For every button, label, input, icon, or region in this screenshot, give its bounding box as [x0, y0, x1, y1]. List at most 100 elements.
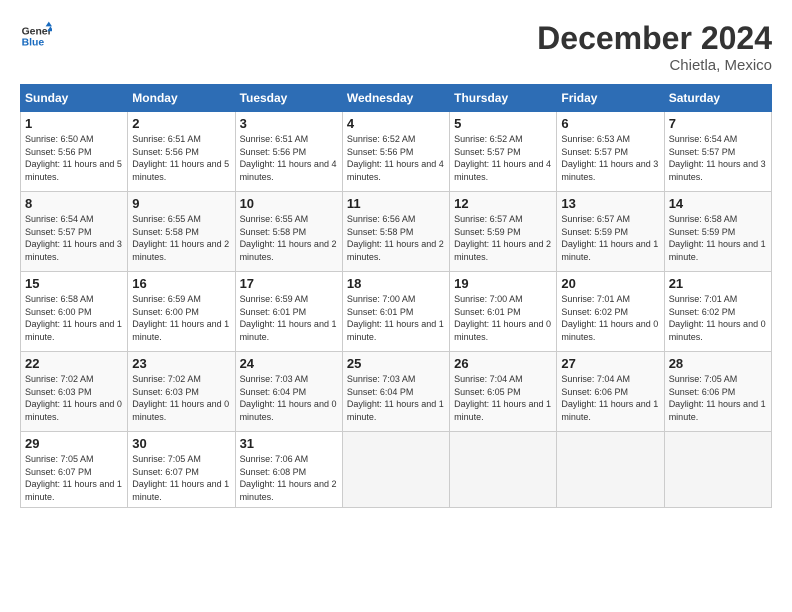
table-row: 8 Sunrise: 6:54 AM Sunset: 5:57 PM Daylig… [21, 192, 128, 272]
calendar-week-1: 1Sunrise: 6:50 AM Sunset: 5:56 PM Daylig… [21, 112, 772, 192]
day-info: Sunrise: 6:58 AM Sunset: 5:59 PM Dayligh… [669, 213, 767, 263]
day-info: Sunrise: 6:51 AM Sunset: 5:56 PM Dayligh… [240, 133, 338, 183]
day-number: 5 [454, 116, 552, 131]
table-row: 13 Sunrise: 6:57 AM Sunset: 5:59 PM Dayli… [557, 192, 664, 272]
day-number: 16 [132, 276, 230, 291]
table-row [450, 432, 557, 508]
day-number: 6 [561, 116, 659, 131]
table-row: 20 Sunrise: 7:01 AM Sunset: 6:02 PM Dayli… [557, 272, 664, 352]
day-info: Sunrise: 7:05 AM Sunset: 6:06 PM Dayligh… [669, 373, 767, 423]
day-info: Sunrise: 6:52 AM Sunset: 5:56 PM Dayligh… [347, 133, 445, 183]
day-number: 19 [454, 276, 552, 291]
day-info: Sunrise: 7:00 AM Sunset: 6:01 PM Dayligh… [347, 293, 445, 343]
day-info: Sunrise: 6:58 AM Sunset: 6:00 PM Dayligh… [25, 293, 123, 343]
day-number: 24 [240, 356, 338, 371]
day-number: 30 [132, 436, 230, 451]
table-row: 11Sunrise: 6:56 AM Sunset: 5:58 PM Dayli… [342, 192, 449, 272]
table-row: 16 Sunrise: 6:59 AM Sunset: 6:00 PM Dayli… [128, 272, 235, 352]
calendar-subtitle: Chietla, Mexico [537, 57, 772, 74]
day-number: 17 [240, 276, 338, 291]
day-number: 4 [347, 116, 445, 131]
day-number: 28 [669, 356, 767, 371]
logo: General Blue [20, 20, 52, 52]
calendar-week-4: 22 Sunrise: 7:02 AM Sunset: 6:03 PM Dayli… [21, 352, 772, 432]
table-row: 23 Sunrise: 7:02 AM Sunset: 6:03 PM Dayli… [128, 352, 235, 432]
col-tuesday: Tuesday [235, 85, 342, 112]
table-row: 7Sunrise: 6:54 AM Sunset: 5:57 PM Daylig… [664, 112, 771, 192]
day-info: Sunrise: 6:54 AM Sunset: 5:57 PM Dayligh… [25, 213, 123, 263]
table-row: 21 Sunrise: 7:01 AM Sunset: 6:02 PM Dayli… [664, 272, 771, 352]
col-saturday: Saturday [664, 85, 771, 112]
page-header: General Blue December 2024 Chietla, Mexi… [20, 20, 772, 74]
table-row: 6Sunrise: 6:53 AM Sunset: 5:57 PM Daylig… [557, 112, 664, 192]
day-number: 13 [561, 196, 659, 211]
day-number: 12 [454, 196, 552, 211]
day-number: 1 [25, 116, 123, 131]
day-number: 7 [669, 116, 767, 131]
day-info: Sunrise: 7:00 AM Sunset: 6:01 PM Dayligh… [454, 293, 552, 343]
day-info: Sunrise: 7:01 AM Sunset: 6:02 PM Dayligh… [669, 293, 767, 343]
title-section: December 2024 Chietla, Mexico [537, 20, 772, 74]
day-number: 11 [347, 196, 445, 211]
table-row: 3 Sunrise: 6:51 AM Sunset: 5:56 PM Daylig… [235, 112, 342, 192]
header-row: Sunday Monday Tuesday Wednesday Thursday… [21, 85, 772, 112]
day-info: Sunrise: 7:03 AM Sunset: 6:04 PM Dayligh… [240, 373, 338, 423]
col-wednesday: Wednesday [342, 85, 449, 112]
table-row: 14 Sunrise: 6:58 AM Sunset: 5:59 PM Dayli… [664, 192, 771, 272]
day-number: 21 [669, 276, 767, 291]
day-info: Sunrise: 6:57 AM Sunset: 5:59 PM Dayligh… [561, 213, 659, 263]
day-number: 31 [240, 436, 338, 451]
day-info: Sunrise: 7:06 AM Sunset: 6:08 PM Dayligh… [240, 453, 338, 503]
day-number: 2 [132, 116, 230, 131]
day-info: Sunrise: 7:04 AM Sunset: 6:05 PM Dayligh… [454, 373, 552, 423]
col-monday: Monday [128, 85, 235, 112]
calendar-week-2: 8 Sunrise: 6:54 AM Sunset: 5:57 PM Daylig… [21, 192, 772, 272]
table-row: 22 Sunrise: 7:02 AM Sunset: 6:03 PM Dayli… [21, 352, 128, 432]
svg-text:Blue: Blue [22, 38, 45, 49]
table-row: 9Sunrise: 6:55 AM Sunset: 5:58 PM Daylig… [128, 192, 235, 272]
day-info: Sunrise: 6:51 AM Sunset: 5:56 PM Dayligh… [132, 133, 230, 183]
table-row: 29Sunrise: 7:05 AM Sunset: 6:07 PM Dayli… [21, 432, 128, 508]
day-number: 14 [669, 196, 767, 211]
calendar-title: December 2024 [537, 20, 772, 57]
table-row: 12Sunrise: 6:57 AM Sunset: 5:59 PM Dayli… [450, 192, 557, 272]
table-row [342, 432, 449, 508]
day-number: 3 [240, 116, 338, 131]
table-row: 2 Sunrise: 6:51 AM Sunset: 5:56 PM Daylig… [128, 112, 235, 192]
day-number: 27 [561, 356, 659, 371]
day-number: 22 [25, 356, 123, 371]
table-row: 15 Sunrise: 6:58 AM Sunset: 6:00 PM Dayli… [21, 272, 128, 352]
table-row: 30 Sunrise: 7:05 AM Sunset: 6:07 PM Dayli… [128, 432, 235, 508]
table-row: 31 Sunrise: 7:06 AM Sunset: 6:08 PM Dayli… [235, 432, 342, 508]
day-number: 9 [132, 196, 230, 211]
table-row [664, 432, 771, 508]
day-number: 20 [561, 276, 659, 291]
table-row: 18Sunrise: 7:00 AM Sunset: 6:01 PM Dayli… [342, 272, 449, 352]
table-row: 5 Sunrise: 6:52 AM Sunset: 5:57 PM Daylig… [450, 112, 557, 192]
calendar-week-3: 15 Sunrise: 6:58 AM Sunset: 6:00 PM Dayli… [21, 272, 772, 352]
table-row: 25Sunrise: 7:03 AM Sunset: 6:04 PM Dayli… [342, 352, 449, 432]
day-number: 23 [132, 356, 230, 371]
day-info: Sunrise: 6:59 AM Sunset: 6:01 PM Dayligh… [240, 293, 338, 343]
calendar-week-5: 29 Sunrise: 7:05 AM Sunset: 6:07 PM Dayli… [21, 432, 772, 508]
day-info: Sunrise: 7:05 AM Sunset: 6:07 PM Dayligh… [132, 453, 230, 503]
day-info: Sunrise: 7:01 AM Sunset: 6:02 PM Dayligh… [561, 293, 659, 343]
table-row [557, 432, 664, 508]
day-info: Sunrise: 6:59 AM Sunset: 6:00 PM Dayligh… [132, 293, 230, 343]
calendar-table: Sunday Monday Tuesday Wednesday Thursday… [20, 84, 772, 508]
day-number: 26 [454, 356, 552, 371]
day-number: 25 [347, 356, 445, 371]
day-info: Sunrise: 7:02 AM Sunset: 6:03 PM Dayligh… [132, 373, 230, 423]
day-info: Sunrise: 6:52 AM Sunset: 5:57 PM Dayligh… [454, 133, 552, 183]
day-number: 8 [25, 196, 123, 211]
day-number: 10 [240, 196, 338, 211]
day-info: Sunrise: 7:02 AM Sunset: 6:03 PM Dayligh… [25, 373, 123, 423]
table-row: 26 Sunrise: 7:04 AM Sunset: 6:05 PM Dayli… [450, 352, 557, 432]
day-info: Sunrise: 7:04 AM Sunset: 6:06 PM Dayligh… [561, 373, 659, 423]
day-number: 15 [25, 276, 123, 291]
day-number: 29 [25, 436, 123, 451]
table-row: 17 Sunrise: 6:59 AM Sunset: 6:01 PM Dayli… [235, 272, 342, 352]
col-thursday: Thursday [450, 85, 557, 112]
col-sunday: Sunday [21, 85, 128, 112]
day-info: Sunrise: 6:55 AM Sunset: 5:58 PM Dayligh… [240, 213, 338, 263]
